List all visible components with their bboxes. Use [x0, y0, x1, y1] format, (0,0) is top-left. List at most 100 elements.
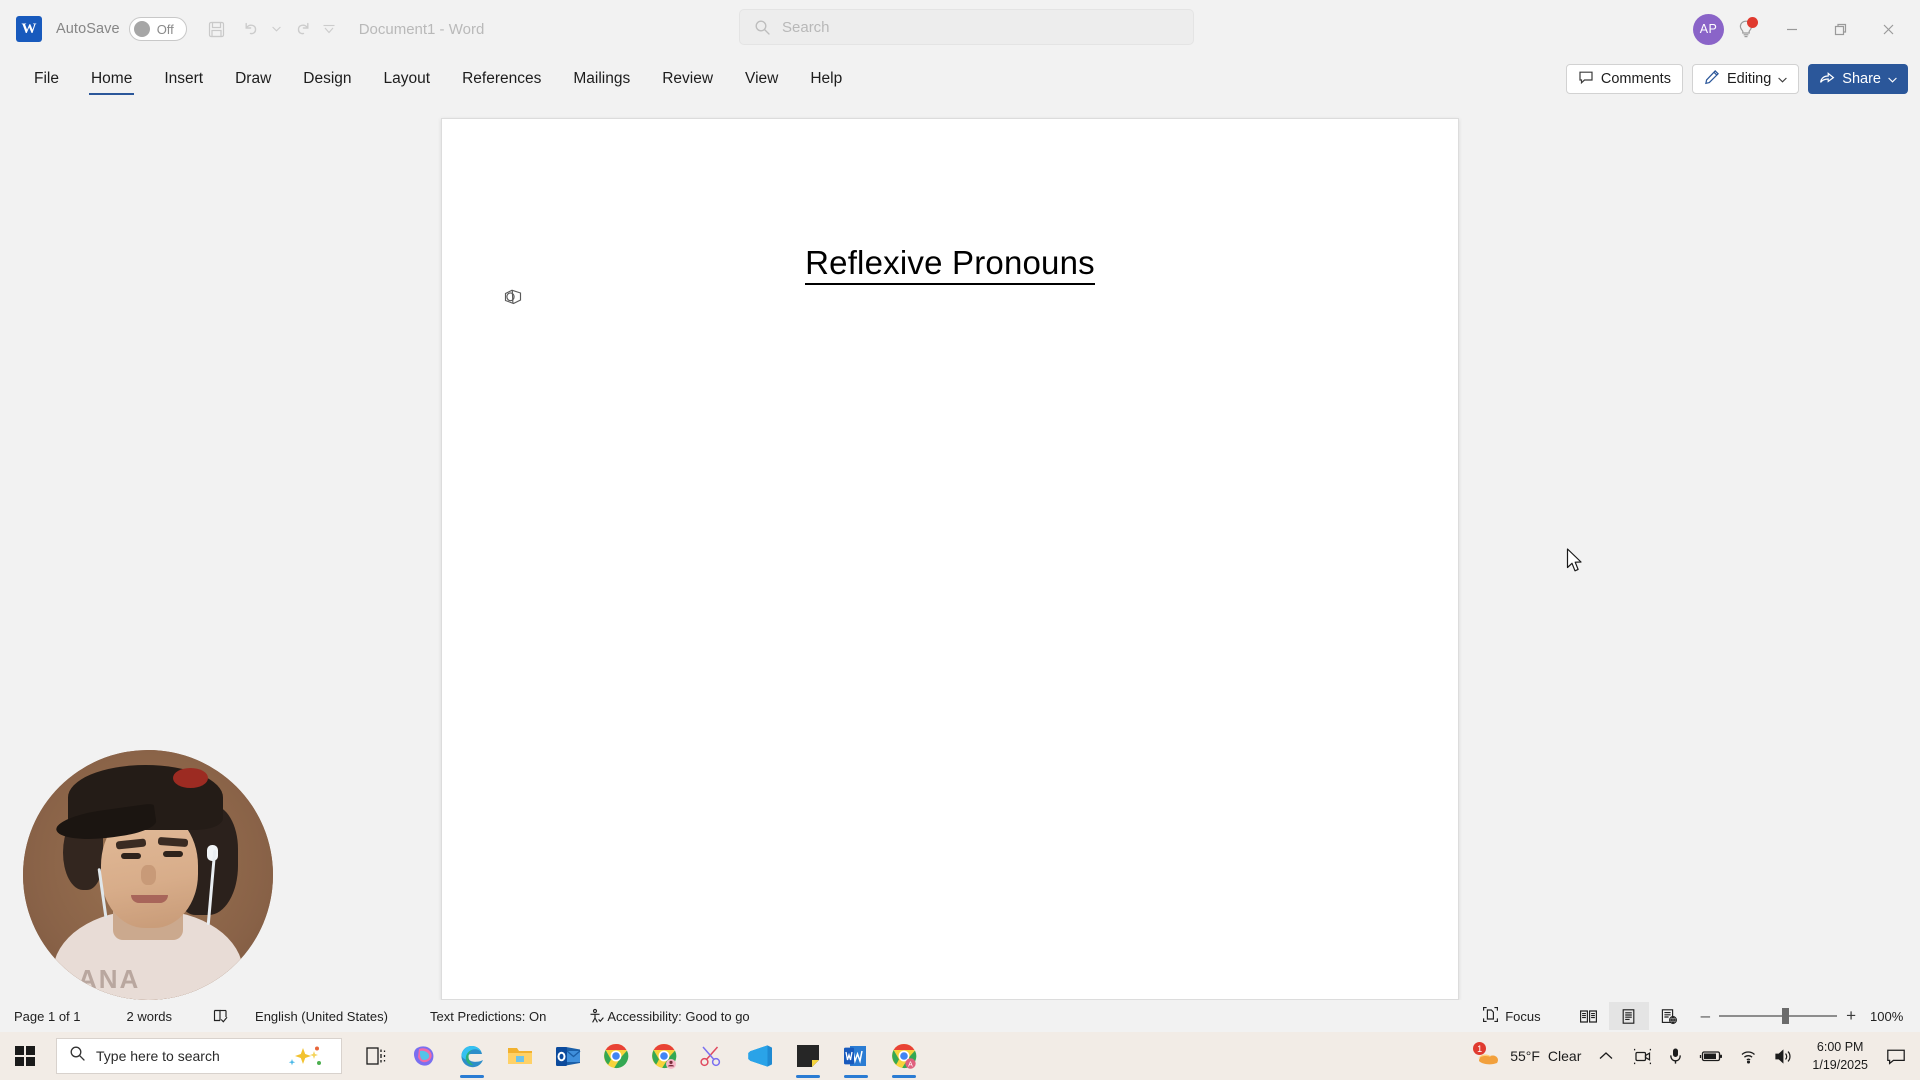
- tab-mailings[interactable]: Mailings: [561, 66, 642, 92]
- title-bar-right: AP: [1693, 0, 1920, 58]
- undo-icon[interactable]: [235, 13, 267, 45]
- customize-qat-icon[interactable]: [321, 13, 337, 45]
- zoom-level[interactable]: 100%: [1870, 1009, 1910, 1024]
- document-page[interactable]: Reflexive Pronouns: [441, 118, 1459, 1000]
- google-chrome-active-icon[interactable]: A: [880, 1032, 928, 1080]
- pencil-icon: [1704, 69, 1720, 89]
- comments-label: Comments: [1600, 71, 1671, 87]
- webcam-eye-left: [120, 852, 141, 859]
- camera-icon[interactable]: [1625, 1032, 1660, 1080]
- focus-mode-button[interactable]: Focus: [1482, 1006, 1541, 1026]
- microphone-icon[interactable]: [1660, 1032, 1691, 1080]
- volume-icon[interactable]: [1766, 1032, 1802, 1080]
- share-icon: [1819, 70, 1835, 89]
- page-info[interactable]: Page 1 of 1: [14, 1009, 81, 1024]
- running-indicator: [460, 1075, 484, 1078]
- zoom-in-button[interactable]: +: [1846, 1006, 1856, 1026]
- battery-icon[interactable]: [1691, 1032, 1731, 1080]
- snipping-tool-icon[interactable]: [688, 1032, 736, 1080]
- google-chrome-icon[interactable]: [592, 1032, 640, 1080]
- task-view-icon[interactable]: [352, 1032, 400, 1080]
- outlook-icon[interactable]: [544, 1032, 592, 1080]
- webcam-cap-accent: [173, 767, 208, 788]
- lightbulb-icon[interactable]: [1724, 11, 1768, 47]
- webcam-brow-right: [157, 836, 189, 847]
- undo-dropdown-icon[interactable]: [269, 13, 285, 45]
- accessibility-status[interactable]: Accessibility: Good to go: [607, 1009, 749, 1024]
- ribbon-tab-bar: File Home Insert Draw Design Layout Refe…: [0, 58, 1920, 100]
- status-bar-right: Focus – + 100%: [1482, 1002, 1910, 1030]
- zoom-thumb[interactable]: [1782, 1008, 1790, 1024]
- action-center-icon[interactable]: [1878, 1032, 1920, 1080]
- microsoft-word-icon[interactable]: [832, 1032, 880, 1080]
- tab-design[interactable]: Design: [291, 66, 363, 92]
- weather-widget[interactable]: 1 55°F Clear: [1468, 1042, 1587, 1068]
- tab-layout[interactable]: Layout: [372, 66, 443, 92]
- language-indicator[interactable]: English (United States): [255, 1009, 388, 1024]
- microsoft-edge-icon[interactable]: [448, 1032, 496, 1080]
- quick-access-toolbar: [201, 13, 337, 45]
- search-placeholder: Search: [782, 18, 830, 36]
- focus-mode-icon: [1482, 1006, 1499, 1026]
- visual-studio-code-icon[interactable]: [736, 1032, 784, 1080]
- tab-references[interactable]: References: [450, 66, 553, 92]
- save-icon[interactable]: [201, 13, 233, 45]
- search-icon: [69, 1045, 86, 1067]
- print-layout-icon[interactable]: [1608, 1002, 1649, 1030]
- webcam-mouth: [130, 895, 168, 903]
- copilot-icon[interactable]: [400, 1032, 448, 1080]
- taskbar-clock[interactable]: 6:00 PM 1/19/2025: [1802, 1038, 1878, 1074]
- read-mode-icon[interactable]: [1569, 1002, 1609, 1030]
- tab-help[interactable]: Help: [798, 66, 854, 92]
- autosave-knob: [133, 21, 150, 37]
- sticky-notes-icon[interactable]: [784, 1032, 832, 1080]
- share-button[interactable]: Share: [1808, 64, 1908, 94]
- tab-view[interactable]: View: [733, 66, 790, 92]
- wifi-icon[interactable]: [1731, 1032, 1766, 1080]
- windows-start-icon[interactable]: [0, 1032, 50, 1080]
- zoom-slider[interactable]: – +: [1701, 1006, 1856, 1026]
- tab-insert[interactable]: Insert: [152, 66, 215, 92]
- tab-review[interactable]: Review: [650, 66, 725, 92]
- running-indicator: [796, 1075, 820, 1078]
- webcam-overlay[interactable]: ANA: [23, 750, 273, 1000]
- autosave-toggle[interactable]: Off: [128, 17, 187, 41]
- file-explorer-icon[interactable]: [496, 1032, 544, 1080]
- avatar[interactable]: AP: [1693, 13, 1724, 45]
- close-icon[interactable]: [1864, 11, 1912, 47]
- comment-icon: [1578, 70, 1594, 89]
- google-chrome-profile-icon[interactable]: [640, 1032, 688, 1080]
- document-title: Document1 - Word: [358, 20, 485, 38]
- web-layout-icon[interactable]: [1649, 1002, 1689, 1030]
- weather-partly-cloudy-icon: 1: [1473, 1042, 1502, 1068]
- copilot-sparkle-icon[interactable]: [283, 1045, 329, 1076]
- webcam-eye-right: [163, 851, 183, 858]
- taskbar-search-input[interactable]: Type here to search: [56, 1038, 342, 1074]
- restore-icon[interactable]: [1816, 11, 1864, 47]
- accessibility-icon[interactable]: [588, 1008, 605, 1025]
- zoom-track[interactable]: [1719, 1008, 1838, 1024]
- tab-draw[interactable]: Draw: [223, 66, 283, 92]
- chevron-down-icon: [1888, 71, 1897, 87]
- zoom-out-button[interactable]: –: [1701, 1006, 1710, 1026]
- show-hidden-icons-icon[interactable]: [1587, 1032, 1625, 1080]
- temperature-label: 55°F: [1510, 1048, 1540, 1064]
- editing-mode-button[interactable]: Editing: [1691, 64, 1800, 94]
- word-count[interactable]: 2 words: [127, 1009, 173, 1024]
- tab-home[interactable]: Home: [79, 66, 144, 95]
- running-indicator: [844, 1075, 868, 1078]
- tab-file[interactable]: File: [22, 66, 71, 92]
- search-input[interactable]: Search: [739, 9, 1194, 45]
- text-predictions-indicator[interactable]: Text Predictions: On: [430, 1009, 546, 1024]
- minimize-icon[interactable]: [1768, 11, 1816, 47]
- autosave-label: AutoSave: [56, 21, 120, 37]
- webcam-hoodie-text: ANA: [78, 964, 141, 994]
- editing-label: Editing: [1726, 71, 1772, 87]
- spelling-and-grammar-check-icon[interactable]: [212, 1008, 229, 1025]
- document-canvas[interactable]: Reflexive Pronouns: [0, 100, 1920, 1000]
- webcam-nose: [140, 865, 156, 885]
- redo-icon[interactable]: [287, 13, 319, 45]
- comments-button[interactable]: Comments: [1565, 64, 1683, 94]
- 3d-model-object-icon[interactable]: [500, 284, 526, 310]
- search-icon: [754, 19, 771, 36]
